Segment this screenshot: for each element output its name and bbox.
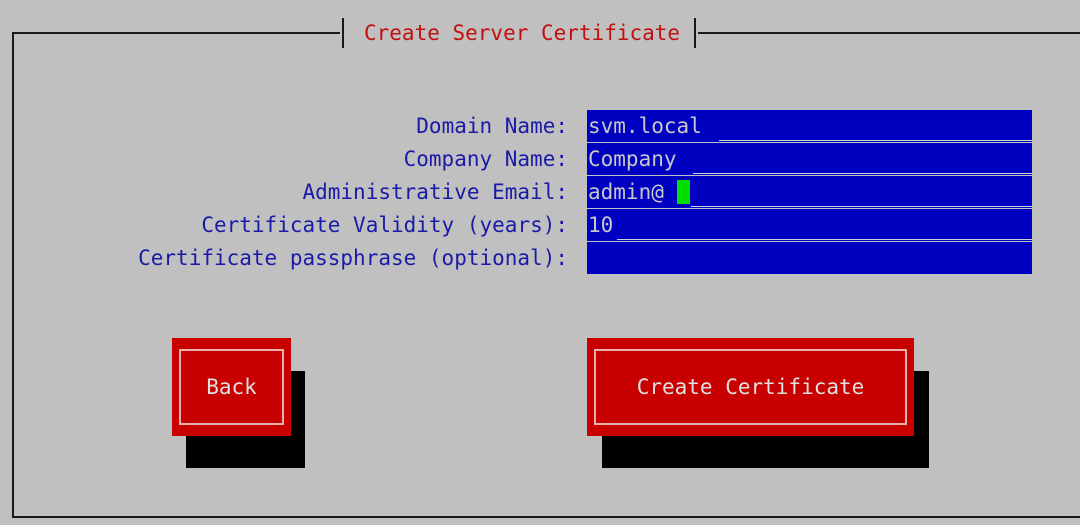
validity-underline — [617, 239, 1032, 240]
domain-name-label: Domain Name: — [416, 114, 568, 138]
domain-name-input[interactable]: svm.local — [587, 110, 1032, 142]
admin-email-value: admin@ — [588, 180, 664, 204]
validity-input[interactable]: 10 — [587, 209, 1032, 241]
back-button-label: Back — [179, 349, 284, 425]
dialog-title-bar: Create Server Certificate — [340, 14, 699, 52]
create-certificate-button[interactable]: Create Certificate — [587, 338, 914, 436]
create-certificate-button-label: Create Certificate — [594, 349, 907, 425]
title-right-divider — [694, 18, 697, 48]
back-button[interactable]: Back — [172, 338, 291, 436]
company-name-label: Company Name: — [403, 147, 568, 171]
validity-value: 10 — [588, 213, 614, 237]
domain-name-value: svm.local — [588, 114, 702, 138]
passphrase-label: Certificate passphrase (optional): — [138, 246, 568, 270]
company-name-input[interactable]: Company — [587, 143, 1032, 175]
company-name-underline — [693, 173, 1032, 174]
admin-email-underline — [691, 206, 1032, 207]
domain-name-underline — [719, 140, 1032, 141]
validity-label: Certificate Validity (years): — [201, 213, 568, 237]
admin-email-label: Administrative Email: — [302, 180, 568, 204]
company-name-value: Company — [588, 147, 677, 171]
dialog-title: Create Server Certificate — [364, 21, 681, 45]
admin-email-input[interactable]: admin@ — [587, 176, 1032, 208]
passphrase-input[interactable] — [587, 242, 1032, 274]
text-cursor — [677, 180, 690, 204]
